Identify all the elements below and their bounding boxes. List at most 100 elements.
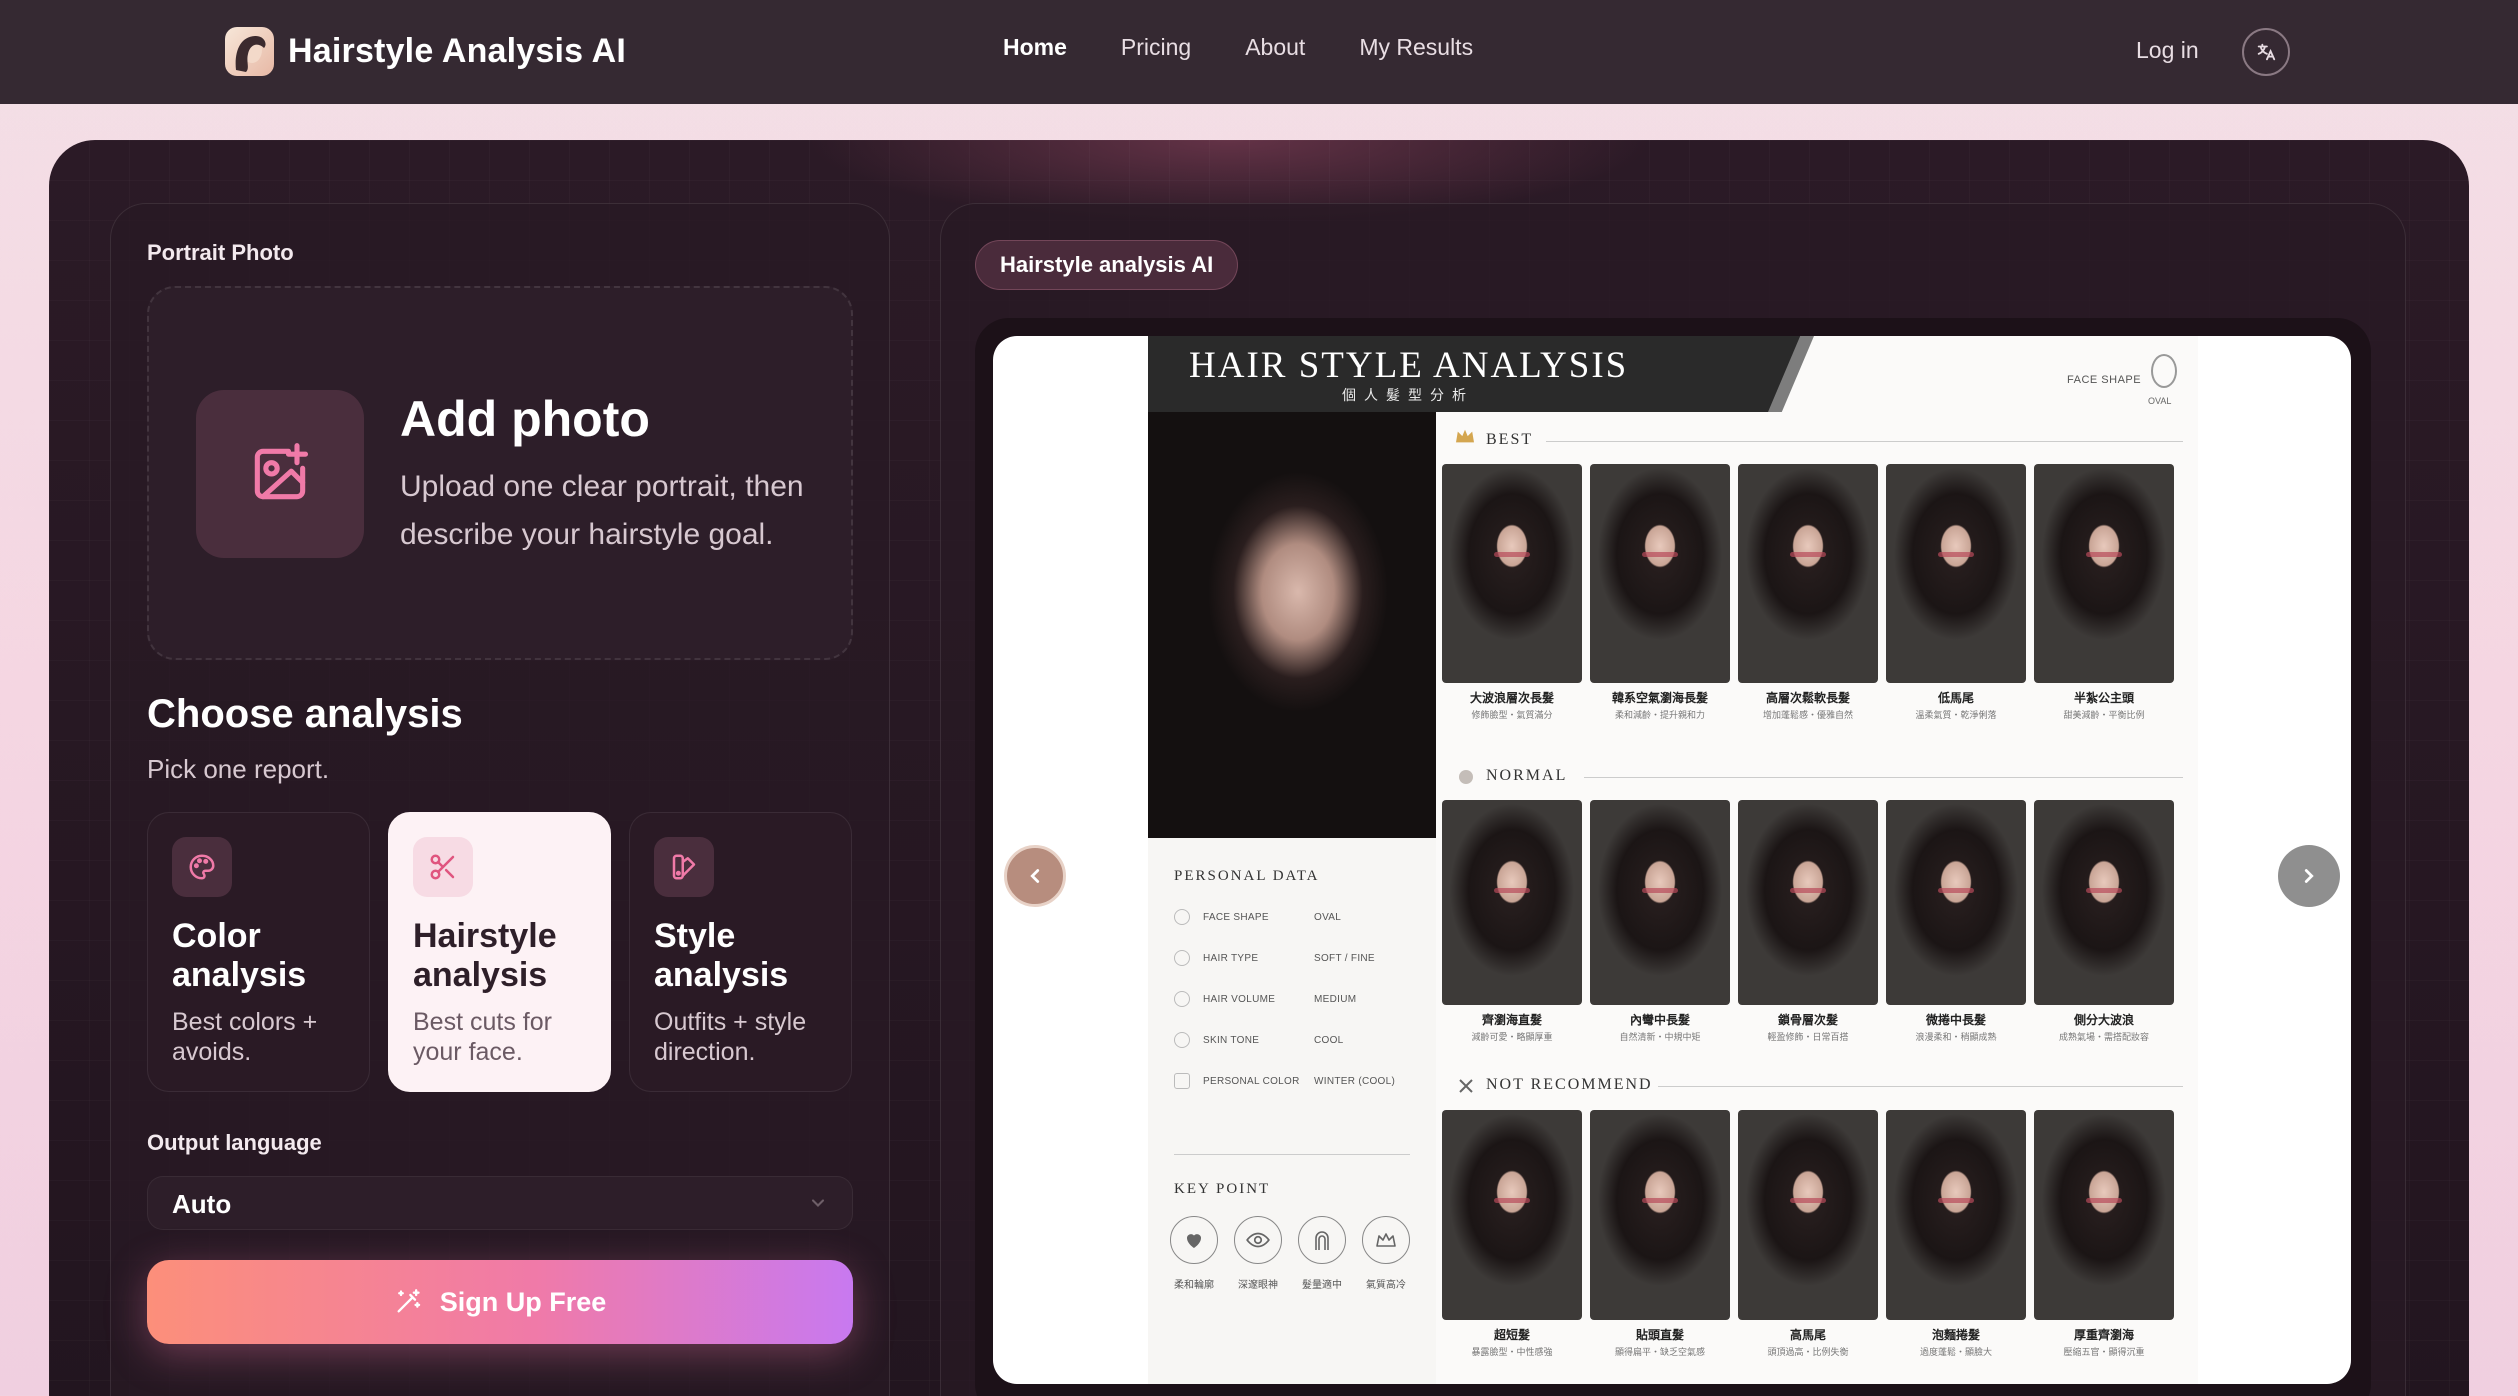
carousel-prev-button[interactable] <box>1004 845 1066 907</box>
hairstyle-name: 側分大波浪 <box>2073 1013 2134 1027</box>
hairstyle-desc: 顯得扁平・缺乏空氣感 <box>1614 1347 1705 1357</box>
dot-icon <box>1459 770 1473 784</box>
output-language-select[interactable]: Auto <box>147 1176 853 1230</box>
chevron-right-icon <box>2304 869 2314 883</box>
hair-icon <box>1298 1216 1346 1264</box>
hairstyle-thumbnail <box>1590 1110 1730 1320</box>
hairstyle-name: 超短髮 <box>1493 1328 1530 1342</box>
carousel-next-button[interactable] <box>2278 845 2340 907</box>
hairstyle-thumbnail <box>1886 464 2026 683</box>
skin-icon <box>1174 1032 1190 1048</box>
volume-icon <box>1174 991 1190 1007</box>
choose-analysis-title: Choose analysis <box>147 692 463 736</box>
key-point-label: 髮量適中 <box>1302 1280 1342 1291</box>
sign-up-label: Sign Up Free <box>439 1286 607 1317</box>
magic-wand-icon <box>397 1289 420 1313</box>
hairstyle-desc: 減齡可愛・略顯厚重 <box>1471 1032 1553 1042</box>
brand-logo-icon <box>225 27 274 76</box>
hairstyle-thumbnail <box>2034 464 2174 683</box>
option-title: Color analysis <box>172 917 307 994</box>
face-icon <box>1174 909 1190 925</box>
pill-label: Hairstyle analysis AI <box>1000 252 1214 277</box>
hairstyle-desc: 浪漫柔和・稍顯成熟 <box>1915 1032 1997 1042</box>
key-point-label: 柔和輪廓 <box>1174 1280 1214 1291</box>
hairstyle-thumbnail <box>2034 800 2174 1005</box>
hairstyle-name: 低馬尾 <box>1937 691 1974 705</box>
nav-pricing[interactable]: Pricing <box>1121 34 1191 61</box>
hairstyle-thumbnail <box>1442 1110 1582 1320</box>
add-photo-title: Add photo <box>400 391 650 447</box>
section-title-not-recommend: NOT RECOMMEND <box>1486 1076 1653 1093</box>
divider <box>1584 777 2183 778</box>
login-link[interactable]: Log in <box>2136 37 2199 64</box>
option-color-analysis[interactable]: Color analysis Best colors + avoids. <box>147 812 370 1092</box>
hairstyle-desc: 自然清新・中規中矩 <box>1619 1032 1701 1042</box>
option-desc: Best cuts for your face. <box>413 1008 552 1066</box>
nav-my-results[interactable]: My Results <box>1359 34 1473 61</box>
hairstyle-thumbnail <box>1590 800 1730 1005</box>
hairstyle-name: 大波浪層次長髮 <box>1469 691 1554 705</box>
hairstyle-thumbnail <box>1590 464 1730 683</box>
hairstyle-desc: 增加蓬鬆感・優雅自然 <box>1762 710 1853 720</box>
hairstyle-name: 半紮公主頭 <box>2073 691 2134 705</box>
nav-links: Home Pricing About My Results <box>1003 34 1473 61</box>
hairstyle-desc: 溫柔氣質・乾淨俐落 <box>1915 710 1997 720</box>
brand-name: Hairstyle Analysis AI <box>288 32 627 70</box>
hairstyle-name: 高層次鬆軟長髮 <box>1765 691 1850 705</box>
color-grid-icon <box>1174 1073 1190 1089</box>
option-desc: Best colors + avoids. <box>172 1008 318 1066</box>
face-shape-value: OVAL <box>2148 396 2172 406</box>
nav-about[interactable]: About <box>1245 34 1305 61</box>
sign-up-button[interactable]: Sign Up Free <box>147 1260 853 1344</box>
section-title-normal: NORMAL <box>1486 767 1568 784</box>
hairstyle-name: 厚重齊瀏海 <box>2073 1328 2134 1342</box>
top-nav: Hairstyle Analysis AI Home Pricing About… <box>0 0 2518 104</box>
hairstyle-name: 齊瀏海直髮 <box>1481 1013 1542 1027</box>
scissors-icon <box>413 837 473 897</box>
crown-icon <box>1362 1216 1410 1264</box>
hairstyle-thumbnail <box>2034 1110 2174 1320</box>
hairstyle-thumbnail <box>1886 800 2026 1005</box>
hairstyle-thumbnail <box>1738 464 1878 683</box>
nav-home[interactable]: Home <box>1003 34 1067 61</box>
option-style-analysis[interactable]: Style analysis Outfits + style direction… <box>629 812 852 1092</box>
option-hairstyle-analysis[interactable]: Hairstyle analysis Best cuts for your fa… <box>388 812 611 1092</box>
divider <box>1546 441 2183 442</box>
palette-icon <box>172 837 232 897</box>
key-point-label: 深邃眼神 <box>1238 1280 1278 1291</box>
translate-icon <box>2257 43 2276 61</box>
option-desc: Outfits + style direction. <box>654 1008 807 1066</box>
hair-icon <box>1174 950 1190 966</box>
crown-icon <box>1456 429 1474 443</box>
oval-face-icon <box>2151 354 2177 388</box>
heart-icon <box>1170 1216 1218 1264</box>
choose-analysis-subtitle: Pick one report. <box>147 754 330 784</box>
hairstyle-thumbnail <box>1886 1110 2026 1320</box>
divider <box>1658 1086 2183 1087</box>
chevron-down-icon <box>811 1199 825 1207</box>
language-button[interactable] <box>2242 28 2290 76</box>
hairstyle-thumbnail <box>1442 464 1582 683</box>
personal-data-row: HAIR VOLUME MEDIUM <box>1174 986 1356 1012</box>
personal-data-row: PERSONAL COLOR WINTER (COOL) <box>1174 1068 1395 1094</box>
report-subtitle: 個人髮型分析 <box>1342 387 1474 403</box>
x-icon <box>1459 1079 1473 1093</box>
hairstyle-desc: 暴露臉型・中性感強 <box>1471 1347 1553 1357</box>
hairstyle-name: 鎖骨層次髮 <box>1777 1013 1838 1027</box>
portrait-photo-label: Portrait Photo <box>147 240 294 265</box>
key-point-title: KEY POINT <box>1174 1181 1271 1197</box>
hairstyle-desc: 過度蓬鬆・顯臉大 <box>1919 1347 1992 1357</box>
hairstyle-name: 泡麵捲髮 <box>1931 1328 1980 1342</box>
image-plus-icon[interactable] <box>196 390 364 558</box>
hairstyle-name: 韓系空氣瀏海長髮 <box>1611 691 1708 705</box>
face-shape-label: FACE SHAPE <box>2067 374 2142 386</box>
hairstyle-desc: 柔和減齡・提升親和力 <box>1614 710 1705 720</box>
portrait-image <box>1148 412 1436 838</box>
hairstyle-name: 貼頭直髮 <box>1635 1328 1684 1342</box>
option-title: Hairstyle analysis <box>413 917 557 994</box>
add-photo-description: Upload one clear portrait, then describe… <box>400 470 804 551</box>
hairstyle-name: 微捲中長髮 <box>1925 1013 1986 1027</box>
personal-data-title: PERSONAL DATA <box>1174 868 1320 884</box>
hairstyle-desc: 輕盈修飾・日常百搭 <box>1767 1032 1849 1042</box>
brand[interactable]: Hairstyle Analysis AI <box>225 27 626 76</box>
